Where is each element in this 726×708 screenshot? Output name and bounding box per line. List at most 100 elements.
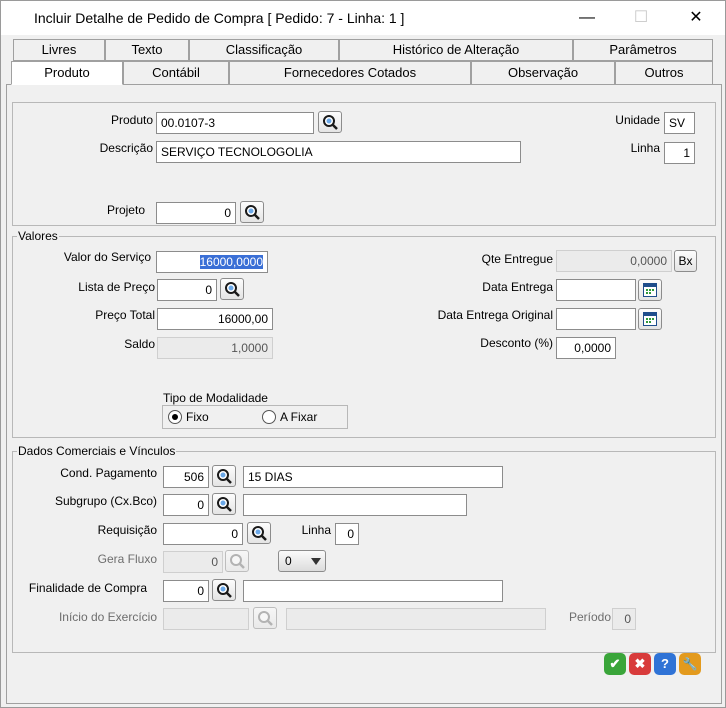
tab-outros[interactable]: Outros	[615, 61, 713, 85]
cond-pagamento-code-input[interactable]: 506	[163, 466, 209, 488]
data-entrega-label: Data Entrega	[482, 280, 553, 294]
unidade-label: Unidade	[615, 113, 660, 127]
data-entrega-original-calendar-button[interactable]	[638, 308, 662, 330]
qte-entregue-label: Qte Entregue	[481, 252, 553, 266]
preco-total-label: Preço Total	[95, 308, 155, 322]
magnifier-icon	[323, 115, 338, 130]
preco-total-input[interactable]: 16000,00	[157, 308, 273, 330]
close-button[interactable]: ✕	[676, 5, 716, 31]
periodo-input: 0	[612, 608, 636, 630]
desconto-input[interactable]: 0,0000	[556, 337, 616, 359]
subgrupo-label: Subgrupo (Cx.Bco)	[54, 494, 157, 508]
modalidade-fixo-label[interactable]: Fixo	[186, 410, 209, 424]
modalidade-fixo-radio[interactable]	[168, 410, 182, 424]
requisicao-input[interactable]: 0	[163, 523, 243, 545]
tab-livres[interactable]: Livres	[13, 39, 105, 61]
requisicao-search-button[interactable]	[247, 522, 271, 544]
data-entrega-input[interactable]	[556, 279, 636, 301]
cond-pagamento-search-button[interactable]	[212, 465, 236, 487]
maximize-button: ☐	[633, 9, 649, 26]
calendar-icon	[643, 312, 657, 326]
projeto-search-button[interactable]	[240, 201, 264, 223]
tab-texto[interactable]: Texto	[105, 39, 189, 61]
tab-historico[interactable]: Histórico de Alteração	[339, 39, 573, 61]
valor-servico-value: 16000,0000	[199, 255, 263, 269]
desconto-label: Desconto (%)	[480, 336, 553, 350]
unidade-input[interactable]: SV	[664, 112, 695, 134]
inicio-exercicio-desc-input	[286, 608, 546, 630]
magnifier-icon	[230, 554, 245, 569]
data-entrega-calendar-button[interactable]	[638, 279, 662, 301]
magnifier-icon	[252, 526, 267, 541]
magnifier-icon	[217, 469, 232, 484]
modalidade-afixar-radio[interactable]	[262, 410, 276, 424]
valores-title: Valores	[17, 229, 59, 243]
help-button[interactable]: ?	[654, 653, 676, 675]
modalidade-afixar-label[interactable]: A Fixar	[280, 410, 317, 424]
produto-label: Produto	[110, 113, 153, 127]
modalidade-title: Tipo de Modalidade	[163, 391, 268, 405]
magnifier-icon	[217, 497, 232, 512]
finalidade-search-button[interactable]	[212, 579, 236, 601]
linha-label: Linha	[630, 141, 660, 155]
requisicao-linha-label: Linha	[301, 523, 331, 537]
dados-comerciais-title: Dados Comerciais e Vínculos	[17, 444, 177, 458]
requisicao-linha-input[interactable]: 0	[335, 523, 359, 545]
lista-preco-search-button[interactable]	[220, 278, 244, 300]
finalidade-desc-input[interactable]	[243, 580, 503, 602]
cancel-button[interactable]: ✖	[629, 653, 651, 675]
saldo-input: 1,0000	[157, 337, 273, 359]
inicio-exercicio-label: Início do Exercício	[58, 610, 157, 624]
minimize-button[interactable]: —	[567, 5, 607, 31]
confirm-button[interactable]: ✔	[604, 653, 626, 675]
subgrupo-search-button[interactable]	[212, 493, 236, 515]
projeto-input[interactable]: 0	[156, 202, 236, 224]
subgrupo-desc-input[interactable]	[243, 494, 467, 516]
title-bar: Incluir Detalhe de Pedido de Compra [ Pe…	[1, 1, 725, 35]
tab-produto[interactable]: Produto	[11, 61, 123, 85]
saldo-label: Saldo	[124, 337, 155, 351]
linha-input[interactable]: 1	[664, 142, 695, 164]
subgrupo-code-input[interactable]: 0	[163, 494, 209, 516]
gera-fluxo-search-button	[225, 550, 249, 572]
cond-pagamento-desc-input[interactable]: 15 DIAS	[243, 466, 503, 488]
inicio-exercicio-search-button	[253, 607, 277, 629]
cancel-icon: ✖	[634, 656, 646, 671]
chevron-down-icon	[311, 558, 321, 565]
qte-entregue-input: 0,0000	[556, 250, 672, 272]
gera-fluxo-input: 0	[163, 551, 223, 573]
lista-preco-input[interactable]: 0	[157, 279, 217, 301]
check-icon: ✔	[609, 656, 621, 671]
tab-contabil[interactable]: Contábil	[123, 61, 229, 85]
magnifier-icon	[245, 205, 260, 220]
inicio-exercicio-input	[163, 608, 249, 630]
gera-fluxo-select-value: 0	[285, 554, 292, 568]
finalidade-label: Finalidade de Compra	[28, 581, 147, 595]
help-icon: ?	[661, 656, 669, 671]
valor-servico-input[interactable]: 16000,0000	[156, 251, 268, 273]
valor-servico-label: Valor do Serviço	[63, 250, 151, 264]
finalidade-code-input[interactable]: 0	[163, 580, 209, 602]
tab-observacao[interactable]: Observação	[471, 61, 615, 85]
magnifier-icon	[258, 611, 273, 626]
tab-classificacao[interactable]: Classificação	[189, 39, 339, 61]
descricao-label: Descrição	[99, 141, 153, 155]
tab-fornecedores-cotados[interactable]: Fornecedores Cotados	[229, 61, 471, 85]
tab-parametros[interactable]: Parâmetros	[573, 39, 713, 61]
tools-button[interactable]: 🔧	[679, 653, 701, 675]
calendar-icon	[643, 283, 657, 297]
magnifier-icon	[217, 583, 232, 598]
data-entrega-original-input[interactable]	[556, 308, 636, 330]
magnifier-icon	[225, 282, 240, 297]
gera-fluxo-label: Gera Fluxo	[97, 552, 157, 566]
baixa-button[interactable]: Bx	[674, 250, 697, 272]
requisicao-label: Requisição	[97, 523, 157, 537]
lista-preco-label: Lista de Preço	[78, 280, 155, 294]
modalidade-group: Fixo A Fixar	[162, 405, 348, 429]
cond-pagamento-label: Cond. Pagamento	[60, 466, 157, 480]
produto-search-button[interactable]	[318, 111, 342, 133]
produto-input[interactable]: 00.0107-3	[156, 112, 314, 134]
periodo-label: Período	[568, 610, 611, 624]
gera-fluxo-select[interactable]: 0	[278, 550, 326, 572]
descricao-input[interactable]: SERVIÇO TECNOLOGOLIA	[156, 141, 521, 163]
